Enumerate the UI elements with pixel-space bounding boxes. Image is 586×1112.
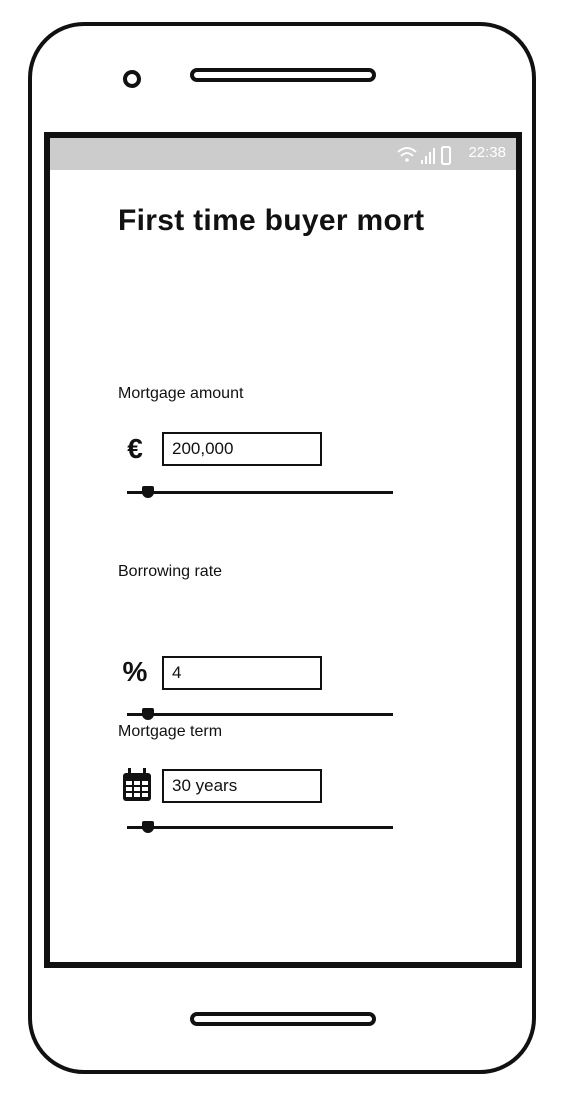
- status-icons: [397, 146, 451, 165]
- status-time: 22:38: [468, 144, 506, 161]
- slider-thumb[interactable]: [142, 708, 155, 720]
- slider-thumb[interactable]: [142, 821, 155, 833]
- screen: [44, 132, 522, 968]
- borrowing-rate-slider[interactable]: [127, 708, 393, 720]
- mortgage-amount-label: Mortgage amount: [118, 385, 244, 402]
- status-bar: 22:38: [50, 138, 516, 170]
- percent-icon: %: [122, 656, 148, 687]
- wifi-icon: [397, 147, 417, 157]
- signal-icon: [421, 148, 435, 164]
- borrowing-rate-input[interactable]: 4: [162, 656, 322, 690]
- mortgage-amount-input[interactable]: 200,000: [162, 432, 322, 466]
- speaker-icon: [190, 68, 376, 82]
- mortgage-term-slider[interactable]: [127, 821, 393, 833]
- battery-icon: [441, 146, 451, 165]
- borrowing-rate-label: Borrowing rate: [118, 563, 223, 580]
- page-title: First time buyer mort: [118, 204, 425, 237]
- calendar-icon: [123, 768, 151, 801]
- slider-thumb[interactable]: [142, 486, 155, 498]
- home-button[interactable]: [190, 1012, 376, 1026]
- mortgage-term-input[interactable]: 30 years: [162, 769, 322, 803]
- camera-icon: [123, 70, 141, 88]
- mortgage-term-label: Mortgage term: [118, 723, 223, 740]
- euro-icon: €: [127, 433, 143, 464]
- mortgage-amount-slider[interactable]: [127, 486, 393, 498]
